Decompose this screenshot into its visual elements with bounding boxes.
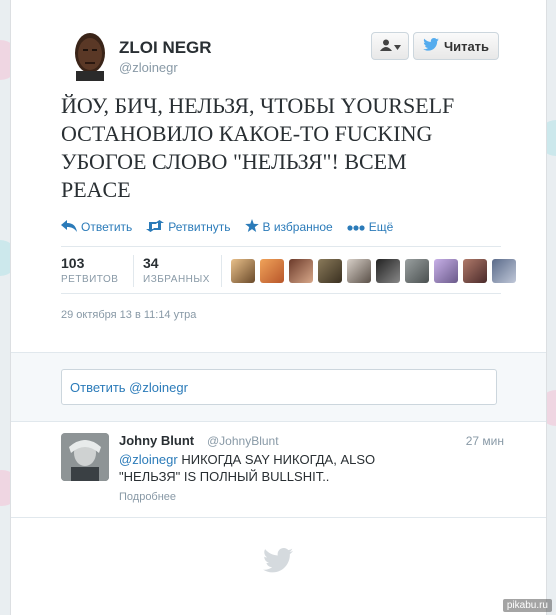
tweet-stats: 103 РЕТВИТОВ 34 ИЗБРАННЫХ (61, 246, 516, 294)
reply-tweet[interactable]: Johny Blunt @JohnyBlunt 27 мин @zloinegr… (11, 423, 546, 518)
favoriter-avatar[interactable] (492, 259, 516, 283)
retweet-icon (146, 219, 165, 235)
avatar[interactable] (61, 433, 109, 481)
favorites-count: 34 (143, 255, 159, 271)
favoriter-avatar[interactable] (434, 259, 458, 283)
follow-button-label: Читать (443, 38, 490, 54)
favoriter-avatar[interactable] (347, 259, 371, 283)
reply-mention-link[interactable]: @zloinegr (119, 452, 178, 467)
favoriter-avatar[interactable] (289, 259, 313, 283)
more-action[interactable]: Ещё (347, 218, 394, 236)
retweets-count: 103 (61, 255, 85, 271)
user-icon (379, 39, 392, 54)
retweets-label: РЕТВИТОВ (61, 274, 119, 285)
more-dots-icon (347, 220, 365, 234)
details-link[interactable]: Подробнее (119, 491, 176, 503)
twitter-bird-icon (423, 38, 439, 54)
reply-text: @zloinegr НИКОГДА SAY НИКОГДА, ALSO "НЕЛ… (119, 451, 419, 485)
favorite-action[interactable]: В избранное (244, 218, 333, 236)
avatar[interactable] (66, 27, 114, 81)
reply-box-area: Ответить @zloinegr (11, 352, 546, 422)
stats-divider (133, 255, 134, 287)
reply-user-handle[interactable]: @JohnyBlunt (207, 434, 279, 448)
tweet-card: ZLOI NEGR @zloinegr Читать ЙОУ, БИЧ, НЕЛ… (10, 0, 547, 615)
reply-action[interactable]: Ответить (61, 218, 132, 236)
favorites-stat[interactable]: 34 ИЗБРАННЫХ (143, 255, 210, 285)
favoriter-avatar[interactable] (376, 259, 400, 283)
tweet-header: ZLOI NEGR @zloinegr Читать (11, 0, 546, 90)
watermark: pikabu.ru (502, 599, 552, 612)
chevron-down-icon (393, 39, 401, 53)
reply-icon (61, 219, 77, 235)
reply-user-name[interactable]: Johny Blunt (119, 433, 194, 448)
reply-time[interactable]: 27 мин (466, 434, 504, 448)
star-icon (244, 219, 259, 235)
favoriter-avatar[interactable] (260, 259, 284, 283)
favoriter-avatar[interactable] (463, 259, 487, 283)
favoriter-avatar[interactable] (318, 259, 342, 283)
more-action-label: Ещё (368, 220, 394, 234)
follow-button[interactable]: Читать (413, 32, 499, 60)
favoriter-avatar[interactable] (405, 259, 429, 283)
reply-action-label: Ответить (81, 220, 133, 234)
retweet-action-label: Ретвитнуть (168, 220, 231, 234)
stats-divider (221, 255, 222, 287)
user-handle[interactable]: @zloinegr (119, 60, 178, 75)
tweet-timestamp[interactable]: 29 октября 13 в 11:14 утра (61, 309, 196, 321)
reply-input[interactable]: Ответить @zloinegr (61, 369, 497, 405)
user-name[interactable]: ZLOI NEGR (119, 38, 212, 58)
retweets-stat[interactable]: 103 РЕТВИТОВ (61, 255, 118, 285)
twitter-bird-icon (263, 548, 293, 578)
favoriters-avatars (231, 259, 516, 283)
tweet-text: ЙОУ, БИЧ, НЕЛЬЗЯ, ЧТОБЫ YOURSELF ОСТАНОВ… (61, 93, 455, 202)
retweet-action[interactable]: Ретвитнуть (146, 218, 231, 236)
favorite-action-label: В избранное (262, 220, 333, 234)
favorites-label: ИЗБРАННЫХ (143, 274, 210, 285)
favoriter-avatar[interactable] (231, 259, 255, 283)
user-actions-button[interactable] (371, 32, 409, 60)
tweet-actions: Ответить Ретвитнуть В избранное Ещё (61, 218, 393, 236)
